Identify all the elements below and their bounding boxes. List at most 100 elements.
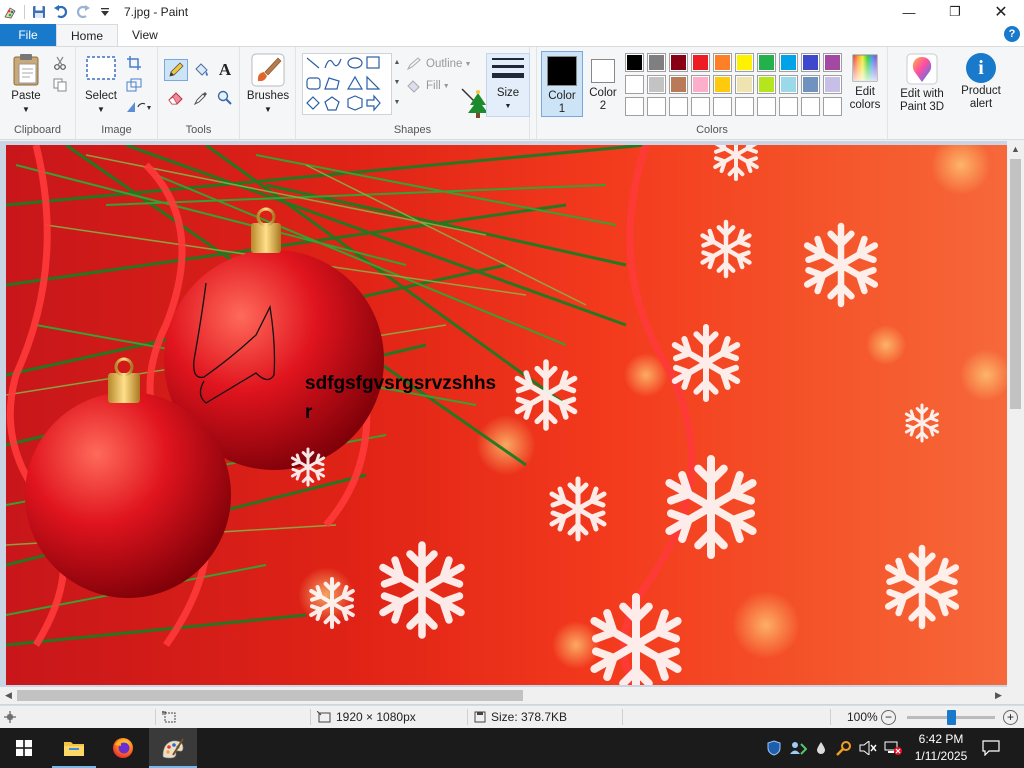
crop-icon[interactable]	[124, 53, 144, 73]
color-swatch[interactable]	[647, 97, 666, 116]
scroll-left-icon[interactable]: ◀	[0, 687, 17, 704]
shapes-group-label: Shapes	[393, 124, 432, 136]
cut-icon[interactable]	[50, 53, 70, 73]
color-swatch[interactable]	[779, 75, 798, 94]
close-button[interactable]: ✕	[978, 0, 1024, 24]
product-alert-button[interactable]: i Product alert	[956, 53, 1006, 111]
color-swatch[interactable]	[625, 75, 644, 94]
color-swatch[interactable]	[625, 97, 644, 116]
minimize-button[interactable]: —	[886, 0, 932, 24]
undo-icon[interactable]	[50, 1, 72, 23]
start-button[interactable]	[0, 728, 48, 768]
color-swatch[interactable]	[669, 75, 688, 94]
drawing-canvas[interactable]: sdfgsfgvsrgsrvzshhs r	[6, 145, 1007, 685]
chevron-down-icon: ▼	[504, 103, 512, 110]
horizontal-scroll-thumb[interactable]	[17, 690, 523, 701]
tab-file[interactable]: File	[0, 24, 56, 46]
pencil-icon[interactable]	[164, 59, 188, 81]
color-swatch[interactable]	[647, 53, 666, 72]
taskbar-firefox[interactable]	[99, 728, 147, 768]
color-swatch[interactable]	[757, 97, 776, 116]
color-picker-icon[interactable]	[190, 87, 212, 109]
color-swatch[interactable]	[779, 97, 798, 116]
magnifier-icon[interactable]	[214, 87, 236, 109]
text-tool-icon[interactable]: A	[214, 59, 236, 81]
taskbar-clock[interactable]: 6:42 PM 1/11/2025	[906, 731, 976, 765]
color-swatch[interactable]	[757, 75, 776, 94]
color-swatch[interactable]	[669, 97, 688, 116]
water-drop-icon[interactable]	[810, 741, 832, 755]
fill-bucket-icon[interactable]	[190, 59, 212, 81]
resize-icon[interactable]	[124, 75, 144, 95]
eraser-icon[interactable]	[164, 87, 188, 109]
help-icon[interactable]: ?	[1004, 26, 1020, 42]
color-swatch[interactable]	[735, 97, 754, 116]
color-swatch[interactable]	[691, 75, 710, 94]
shapes-scroll[interactable]: ▲ ▼ ▼	[392, 53, 402, 115]
outline-button[interactable]: Outline ▼	[406, 55, 471, 73]
color-swatch[interactable]	[713, 75, 732, 94]
select-button[interactable]: Select ▼	[82, 55, 120, 116]
zoom-in-button[interactable]: +	[1003, 706, 1018, 728]
tab-home[interactable]: Home	[56, 24, 119, 46]
search-key-icon[interactable]	[832, 740, 856, 756]
scroll-right-icon[interactable]: ▶	[990, 687, 1007, 704]
paste-button[interactable]: Paste ▼	[4, 53, 48, 116]
horizontal-scrollbar[interactable]: ◀ ▶	[0, 687, 1007, 704]
color-swatch[interactable]	[823, 53, 842, 72]
triangle-shape-icon	[346, 75, 364, 90]
save-icon[interactable]	[28, 1, 50, 23]
chevron-down-icon[interactable]: ▼	[244, 103, 292, 116]
color-swatch[interactable]	[713, 53, 732, 72]
color-swatch[interactable]	[779, 53, 798, 72]
color-swatch[interactable]	[647, 75, 666, 94]
edit-with-paint-3d-button[interactable]: Edit with Paint 3D	[892, 53, 952, 114]
color-2-button[interactable]: Color 2	[585, 51, 621, 117]
color-swatch[interactable]	[801, 53, 820, 72]
vertical-scroll-thumb[interactable]	[1010, 159, 1021, 409]
copy-icon[interactable]	[50, 75, 70, 95]
defender-shield-icon[interactable]	[762, 740, 786, 756]
color-swatch[interactable]	[801, 75, 820, 94]
color-swatch[interactable]	[801, 97, 820, 116]
redo-icon[interactable]	[72, 1, 94, 23]
network-disconnected-icon[interactable]	[880, 741, 906, 755]
chevron-down-icon[interactable]: ▼	[4, 103, 48, 116]
disk-icon	[474, 711, 486, 723]
chevron-down-icon: ▼	[464, 60, 472, 68]
chevron-down-icon[interactable]: ▼	[82, 103, 120, 116]
paint-app-icon[interactable]	[0, 1, 22, 23]
rotate-icon[interactable]	[124, 97, 154, 117]
vertical-scrollbar[interactable]: ▲	[1007, 141, 1024, 688]
customize-quick-access-icon[interactable]	[94, 1, 116, 23]
color-swatch[interactable]	[713, 97, 732, 116]
color-swatch[interactable]	[691, 97, 710, 116]
zoom-slider-thumb[interactable]	[946, 710, 956, 725]
zoom-out-button[interactable]: −	[881, 706, 896, 728]
brushes-button[interactable]: Brushes ▼	[244, 53, 292, 116]
people-network-icon[interactable]	[786, 740, 810, 756]
zoom-slider[interactable]	[907, 710, 995, 725]
color-1-button[interactable]: Color 1	[541, 51, 583, 117]
edit-colors-button[interactable]: Edit colors	[843, 53, 887, 112]
canvas-text[interactable]: sdfgsfgvsrgsrvzshhs r	[305, 369, 496, 427]
size-button[interactable]: Size ▼	[486, 53, 530, 117]
maximize-button[interactable]: ❐	[932, 0, 978, 24]
zoom-in-icon: +	[1003, 709, 1018, 725]
color-swatch[interactable]	[823, 97, 842, 116]
color-swatch[interactable]	[691, 53, 710, 72]
color-swatch[interactable]	[823, 75, 842, 94]
color-swatch[interactable]	[757, 53, 776, 72]
windows-logo-icon	[16, 740, 32, 756]
action-center-button[interactable]	[968, 728, 1014, 768]
color-swatch[interactable]	[735, 53, 754, 72]
taskbar-paint[interactable]	[149, 728, 197, 768]
scroll-up-icon[interactable]: ▲	[1007, 141, 1024, 158]
fill-button[interactable]: Fill ▼	[406, 77, 450, 95]
color-swatch[interactable]	[735, 75, 754, 94]
color-swatch[interactable]	[625, 53, 644, 72]
volume-muted-icon[interactable]	[856, 741, 880, 755]
color-swatch[interactable]	[669, 53, 688, 72]
taskbar-file-explorer[interactable]	[50, 728, 98, 768]
tab-view[interactable]: View	[118, 24, 172, 46]
